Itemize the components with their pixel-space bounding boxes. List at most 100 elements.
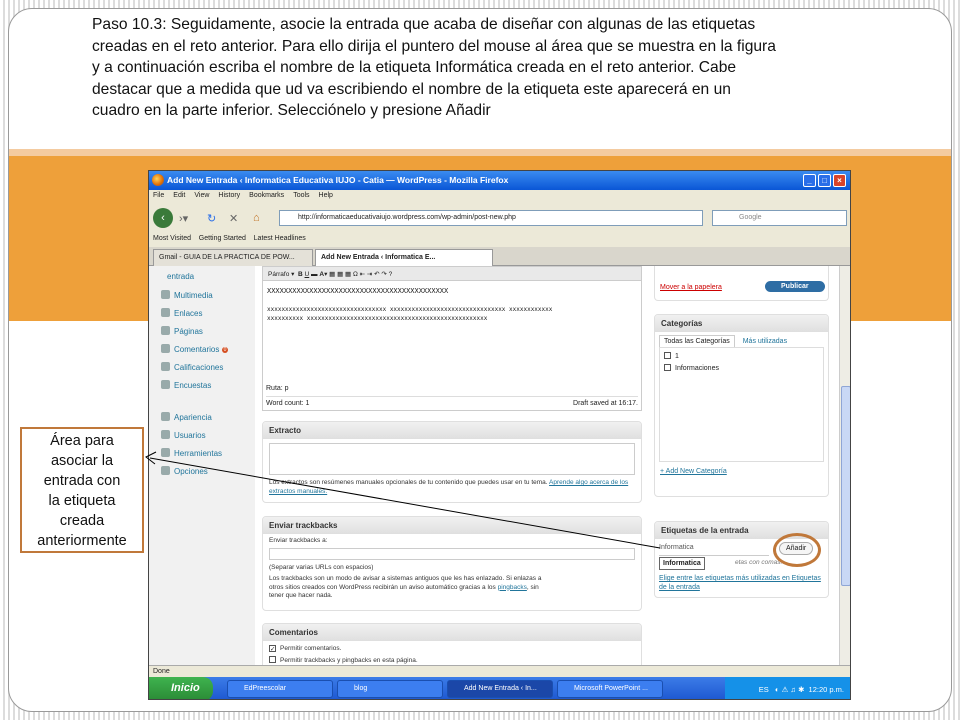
sidebar-item-opciones[interactable]: Opciones xyxy=(161,466,208,476)
excerpt-title[interactable]: Extracto xyxy=(263,422,641,439)
excerpt-textarea[interactable] xyxy=(269,443,635,475)
tab-all-categories[interactable]: Todas las Categorías xyxy=(659,335,735,347)
trackbacks-title[interactable]: Enviar trackbacks xyxy=(263,517,641,534)
sidebar-item-calificaciones[interactable]: Calificaciones xyxy=(161,362,223,372)
comment-count-badge: 0 xyxy=(221,347,229,353)
menu-file[interactable]: File xyxy=(153,192,164,199)
window-title: Add New Entrada ‹ Informatica Educativa … xyxy=(167,175,509,185)
categories-title[interactable]: Categorías xyxy=(655,315,828,332)
vertical-scrollbar[interactable] xyxy=(839,266,850,665)
taskbar-item-firefox[interactable]: Add New Entrada ‹ In... xyxy=(447,680,553,698)
menu-bar: File Edit View History Bookmarks Tools Help xyxy=(149,190,850,204)
editor-path: Ruta: p xyxy=(266,385,289,392)
bold-icon[interactable]: B xyxy=(298,271,303,278)
page-content: entrada Multimedia Enlaces Páginas Comen… xyxy=(149,266,839,665)
pingbacks-link[interactable]: pingbacks xyxy=(498,584,527,591)
taskbar: Inicio EdPreescolar blog Add New Entrada… xyxy=(149,677,850,699)
users-icon xyxy=(161,430,170,439)
sidebar-item-usuarios[interactable]: Usuarios xyxy=(161,430,206,440)
tab-wordpress[interactable]: Add New Entrada ‹ Informatica E... xyxy=(315,249,493,266)
categories-tabs: Todas las Categorías Más utilizadas xyxy=(655,332,828,347)
bookmark-latest-headlines[interactable]: Latest Headlines xyxy=(254,235,306,242)
instruction-text: Paso 10.3: Seguidamente, asocie la entra… xyxy=(92,14,852,122)
search-input[interactable]: Google xyxy=(712,210,847,226)
minimize-button[interactable]: _ xyxy=(803,174,816,187)
categories-box: Categorías Todas las Categorías Más util… xyxy=(654,314,829,497)
trash-link[interactable]: Mover a la papelera xyxy=(660,284,722,291)
sidebar-item-comentarios[interactable]: Comentarios 0 xyxy=(161,344,229,354)
tab-most-used[interactable]: Más utilizadas xyxy=(743,338,787,345)
menu-history[interactable]: History xyxy=(218,192,240,199)
sidebar-item-enlaces[interactable]: Enlaces xyxy=(161,308,202,318)
checkbox-icon[interactable] xyxy=(664,364,671,371)
checkbox-icon[interactable] xyxy=(664,352,671,359)
editor-line[interactable]: XXXXXXXXXXXXXXXXXXXXXXXXXXXXXXXXXXXXXXXX… xyxy=(263,281,641,295)
close-button[interactable]: × xyxy=(833,174,846,187)
publish-box: Mover a la papelera Publicar xyxy=(654,266,829,301)
callout-line: entrada con xyxy=(43,473,121,489)
checkbox-icon[interactable] xyxy=(269,655,276,663)
category-item[interactable]: Informaciones xyxy=(664,364,819,372)
forward-icon[interactable]: ›▾ xyxy=(179,212,188,225)
editor-line[interactable]: xxxxxxxxxx xxxxxxxxxxxxxxxxxxxxxxxxxxxxx… xyxy=(263,314,641,323)
menu-bookmarks[interactable]: Bookmarks xyxy=(249,192,284,199)
back-icon[interactable]: ‹ xyxy=(153,208,173,228)
trackbacks-hint: (Separar varias URLs con espacios) xyxy=(269,563,374,571)
underline-icon[interactable]: U xyxy=(305,271,310,278)
sidebar-item-multimedia[interactable]: Multimedia xyxy=(161,290,213,300)
url-text: http://informaticaeducativaiujo.wordpres… xyxy=(298,214,516,221)
tab-gmail[interactable]: Gmail - GUIA DE LA PRACTICA DE POW... xyxy=(153,249,313,266)
sidebar-label: Enlaces xyxy=(174,309,203,318)
trackbacks-label: Enviar trackbacks a: xyxy=(269,537,328,544)
sidebar-item-paginas[interactable]: Páginas xyxy=(161,326,203,336)
start-button[interactable]: Inicio xyxy=(149,677,213,699)
comments-opt1[interactable]: ✓ Permitir comentarios. xyxy=(263,641,641,654)
tag-input[interactable]: Informatica xyxy=(659,544,769,556)
stop-icon[interactable]: ✕ xyxy=(229,212,238,225)
publish-button[interactable]: Publicar xyxy=(765,281,825,292)
sidebar-item-apariencia[interactable]: Apariencia xyxy=(161,412,212,422)
reload-icon[interactable]: ↻ xyxy=(207,212,216,225)
add-category-link[interactable]: + Add New Categoría xyxy=(655,464,828,479)
taskbar-item-edpreescolar[interactable]: EdPreescolar xyxy=(227,680,333,698)
taskbar-item-powerpoint[interactable]: Microsoft PowerPoint ... xyxy=(557,680,663,698)
help-text: tener que hacer nada. xyxy=(269,592,333,599)
tag-suggestion[interactable]: Informatica xyxy=(659,557,705,570)
category-item[interactable]: 1 xyxy=(664,352,819,360)
home-icon[interactable]: ⌂ xyxy=(253,212,260,224)
menu-edit[interactable]: Edit xyxy=(173,192,185,199)
menu-tools[interactable]: Tools xyxy=(293,192,309,199)
sidebar-label: Opciones xyxy=(174,467,208,476)
language-indicator[interactable]: ES xyxy=(759,685,769,694)
scrollbar-thumb[interactable] xyxy=(841,386,850,586)
sidebar-item-entrada[interactable]: entrada xyxy=(167,272,194,281)
window-titlebar: Add New Entrada ‹ Informatica Educativa … xyxy=(149,171,850,190)
most-used-tags-link[interactable]: Elige entre las etiquetas más utilizadas… xyxy=(659,574,824,592)
poll-icon xyxy=(161,380,170,389)
sidebar-label: Comentarios xyxy=(174,345,220,354)
bookmark-most-visited[interactable]: Most Visited xyxy=(153,235,191,242)
bookmark-getting-started[interactable]: Getting Started xyxy=(199,235,246,242)
system-tray: ES ◐ ⚠ ♫ ✱ 12:20 p.m. xyxy=(725,677,850,699)
callout-line: asociar la xyxy=(50,453,114,469)
format-select[interactable]: Párrafo xyxy=(268,271,289,278)
maximize-button[interactable]: □ xyxy=(818,174,831,187)
text-color-icon[interactable]: A xyxy=(319,271,324,278)
comments-title[interactable]: Comentarios xyxy=(263,624,641,641)
comments-opt2[interactable]: Permitir trackbacks y pingbacks en esta … xyxy=(263,654,641,666)
tools-icon xyxy=(161,448,170,457)
checkbox-icon[interactable]: ✓ xyxy=(269,645,276,653)
sidebar-item-herramientas[interactable]: Herramientas xyxy=(161,448,222,458)
menu-help[interactable]: Help xyxy=(319,192,333,199)
taskbar-label: Add New Entrada ‹ In... xyxy=(464,685,537,692)
instruction-line: y a continuación escriba el nombre de la… xyxy=(92,59,737,77)
trackbacks-input[interactable] xyxy=(269,547,635,560)
status-bar: Done xyxy=(149,665,850,677)
sidebar-item-encuestas[interactable]: Encuestas xyxy=(161,380,211,390)
sidebar-label: Usuarios xyxy=(174,431,206,440)
appearance-icon xyxy=(161,412,170,421)
url-bar[interactable]: http://informaticaeducativaiujo.wordpres… xyxy=(279,210,703,226)
editor-line[interactable]: xxxxxxxxxxxxxxxxxxxxxxxxxxxxxxxxx xxxxxx… xyxy=(263,295,641,314)
menu-view[interactable]: View xyxy=(194,192,209,199)
taskbar-item-blog[interactable]: blog xyxy=(337,680,443,698)
